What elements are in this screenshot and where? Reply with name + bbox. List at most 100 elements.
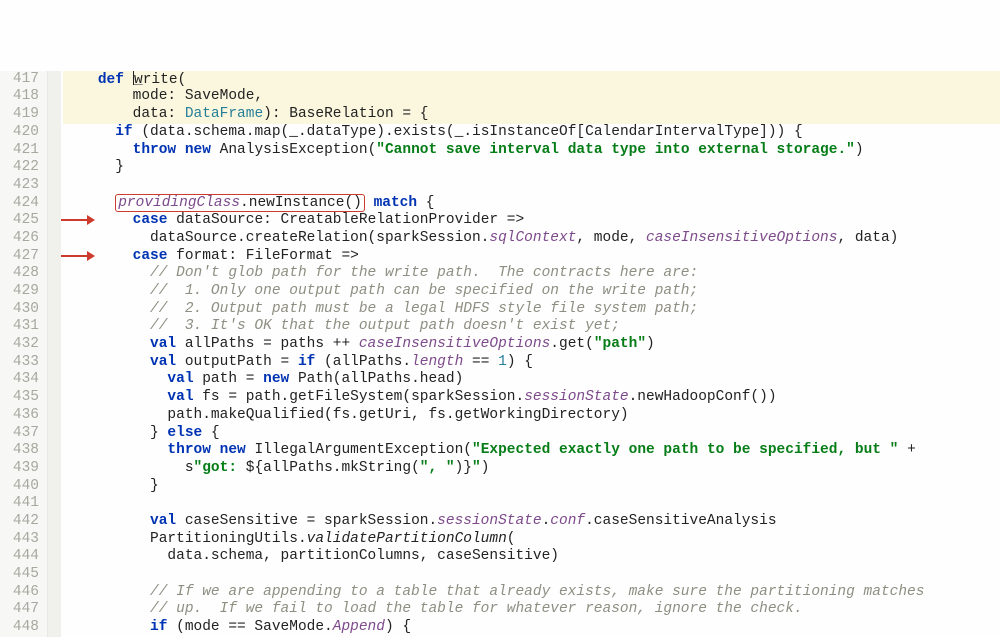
annotation-arrow-icon (61, 249, 95, 264)
line-number: 442 (0, 513, 39, 531)
code-line[interactable]: } (63, 478, 1000, 496)
code-token: match (374, 195, 418, 211)
line-number: 433 (0, 354, 39, 372)
code-line[interactable]: // 2. Output path must be a legal HDFS s… (63, 301, 1000, 319)
code-token: throw new (133, 142, 211, 158)
line-number: 424 (0, 195, 39, 213)
line-number: 438 (0, 442, 39, 460)
line-number: 417 (0, 71, 39, 89)
code-line[interactable]: PartitioningUtils.validatePartitionColum… (63, 531, 1000, 549)
code-token: val (150, 336, 176, 352)
code-token: case (133, 212, 168, 228)
code-area[interactable]: def write( mode: SaveMode, data: DataFra… (61, 71, 1000, 637)
line-number: 419 (0, 106, 39, 124)
code-token: // Don't glob path for the write path. T… (150, 265, 698, 281)
line-number: 427 (0, 248, 39, 266)
line-number: 444 (0, 548, 39, 566)
line-number: 423 (0, 177, 39, 195)
code-token: else (167, 425, 202, 441)
code-token: def (98, 72, 133, 88)
code-token: if (298, 354, 315, 370)
line-number: 445 (0, 566, 39, 584)
code-token: new (263, 371, 289, 387)
fold-strip[interactable] (48, 71, 61, 637)
code-line[interactable]: // up. If we fail to load the table for … (63, 601, 1000, 619)
code-line[interactable]: val caseSensitive = sparkSession.session… (63, 513, 1000, 531)
code-token: // 2. Output path must be a legal HDFS s… (150, 301, 698, 317)
code-line[interactable]: providingClass.newInstance() match { (63, 195, 1000, 213)
code-line[interactable]: // If we are appending to a table that a… (63, 584, 1000, 602)
code-token: caseInsensitiveOptions (646, 230, 837, 246)
code-line[interactable]: case dataSource: CreatableRelationProvid… (63, 212, 1000, 230)
code-line[interactable]: if (data.schema.map(_.dataType).exists(_… (63, 124, 1000, 142)
code-line[interactable]: case format: FileFormat => (63, 248, 1000, 266)
line-number: 421 (0, 142, 39, 160)
code-token: if (150, 619, 167, 635)
code-line[interactable]: data: DataFrame): BaseRelation = { (63, 106, 1000, 124)
code-token: val (150, 513, 176, 529)
code-line[interactable]: data.schema, partitionColumns, caseSensi… (63, 548, 1000, 566)
line-number: 448 (0, 619, 39, 637)
code-line[interactable]: mode: SaveMode, (63, 88, 1000, 106)
line-number: 425 (0, 212, 39, 230)
line-number: 426 (0, 230, 39, 248)
code-line[interactable]: path.makeQualified(fs.getUri, fs.getWork… (63, 407, 1000, 425)
line-number: 418 (0, 88, 39, 106)
code-token: 1 (498, 354, 507, 370)
code-line[interactable]: } (63, 159, 1000, 177)
code-token: _ (289, 124, 298, 140)
code-token: providingClass (118, 195, 240, 211)
code-line[interactable]: if (mode == SaveMode.Append) { (63, 619, 1000, 637)
code-token: // up. If we fail to load the table for … (150, 601, 803, 617)
code-token: "path" (594, 336, 646, 352)
code-line[interactable]: val path = new Path(allPaths.head) (63, 371, 1000, 389)
line-number: 440 (0, 478, 39, 496)
code-line[interactable]: // Don't glob path for the write path. T… (63, 265, 1000, 283)
line-number: 436 (0, 407, 39, 425)
code-token: Append (333, 619, 385, 635)
line-number: 447 (0, 601, 39, 619)
code-token: length (411, 354, 463, 370)
line-number: 441 (0, 495, 39, 513)
code-line[interactable]: dataSource.createRelation(sparkSession.s… (63, 230, 1000, 248)
line-number: 431 (0, 318, 39, 336)
code-line[interactable]: val fs = path.getFileSystem(sparkSession… (63, 389, 1000, 407)
code-line[interactable]: def write( (63, 71, 1000, 89)
code-token: conf (550, 513, 585, 529)
code-token: sessionState (437, 513, 541, 529)
code-line[interactable]: // 1. Only one output path can be specif… (63, 283, 1000, 301)
code-token: val (150, 354, 176, 370)
code-token: "Expected exactly one path to be specifi… (472, 442, 898, 458)
code-token: sqlContext (489, 230, 576, 246)
line-number: 437 (0, 425, 39, 443)
code-token: _ (455, 124, 464, 140)
code-token: sessionState (524, 389, 628, 405)
code-token: caseInsensitiveOptions (359, 336, 550, 352)
line-number: 443 (0, 531, 39, 549)
line-number: 439 (0, 460, 39, 478)
line-number: 428 (0, 265, 39, 283)
code-line[interactable]: // 3. It's OK that the output path doesn… (63, 318, 1000, 336)
code-line[interactable] (63, 177, 1000, 195)
code-line[interactable] (63, 495, 1000, 513)
code-token: // If we are appending to a table that a… (150, 584, 924, 600)
code-token: ", " (420, 460, 455, 476)
code-token: // 3. It's OK that the output path doesn… (150, 318, 620, 334)
code-line[interactable]: val outputPath = if (allPaths.length == … (63, 354, 1000, 372)
code-line[interactable]: throw new IllegalArgumentException("Expe… (63, 442, 1000, 460)
highlighted-expression: providingClass.newInstance() (115, 194, 365, 212)
code-line[interactable] (63, 566, 1000, 584)
code-token: validatePartitionColumn (307, 531, 507, 547)
code-token: throw new (167, 442, 245, 458)
code-line[interactable]: val allPaths = paths ++ caseInsensitiveO… (63, 336, 1000, 354)
code-line[interactable]: throw new AnalysisException("Cannot save… (63, 142, 1000, 160)
line-number: 422 (0, 159, 39, 177)
code-token: val (167, 389, 193, 405)
code-line[interactable]: s"got: ${allPaths.mkString(", ")}") (63, 460, 1000, 478)
code-token: "Cannot save interval data type into ext… (376, 142, 855, 158)
code-token: case (133, 248, 168, 264)
code-line[interactable]: } else { (63, 425, 1000, 443)
line-number: 432 (0, 336, 39, 354)
code-editor[interactable]: 4174184194204214224234244254264274284294… (0, 71, 1000, 637)
line-number-gutter: 4174184194204214224234244254264274284294… (0, 71, 48, 637)
